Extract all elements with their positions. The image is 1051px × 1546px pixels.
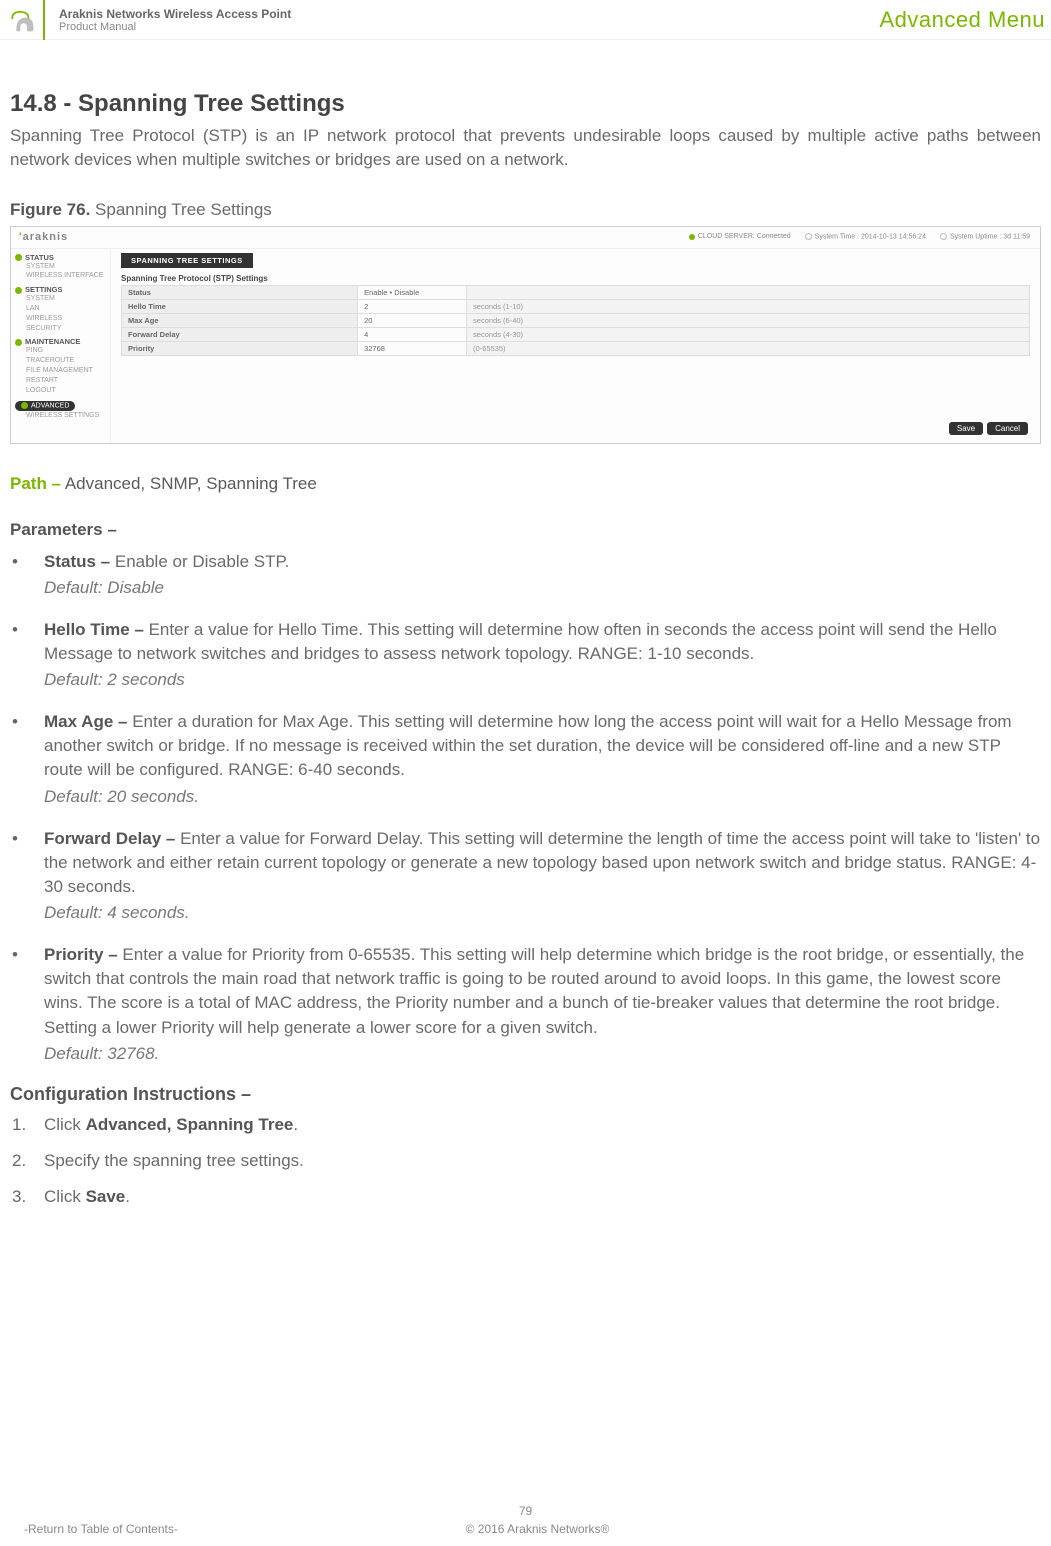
figure-screenshot: 'araknis CLOUD SERVER: Connected System … xyxy=(10,226,1041,444)
ss-side-item[interactable]: WIRELESS INTERFACE xyxy=(15,271,106,281)
ss-tab[interactable]: SPANNING TREE SETTINGS xyxy=(121,253,253,268)
ss-settings-table: StatusEnable • Disable Hello Time2second… xyxy=(121,285,1030,356)
path-label: Path – xyxy=(10,474,61,493)
ss-system-uptime: System Uptime : 3d 11:59 xyxy=(940,233,1030,240)
toc-link[interactable]: -Return to Table of Contents- xyxy=(0,1522,366,1536)
table-row: Priority32768(0-65535) xyxy=(122,341,1030,355)
ss-side-item[interactable]: SYSTEM xyxy=(15,262,106,272)
save-button[interactable]: Save xyxy=(949,422,983,435)
figure-caption: Figure 76. Spanning Tree Settings xyxy=(10,200,1041,220)
path-line: Path – Advanced, SNMP, Spanning Tree xyxy=(10,474,1041,494)
araknis-logo-icon xyxy=(9,7,35,33)
ss-sidebar: STATUS SYSTEM WIRELESS INTERFACE SETTING… xyxy=(11,249,111,443)
row-hint: seconds (6-40) xyxy=(467,313,1030,327)
ss-side-item[interactable]: RESTART xyxy=(15,376,106,386)
row-value[interactable]: 2 xyxy=(358,299,467,313)
parameters-heading: Parameters – xyxy=(10,520,1041,540)
row-label: Max Age xyxy=(122,313,358,327)
cancel-button[interactable]: Cancel xyxy=(987,422,1028,435)
section-intro: Spanning Tree Protocol (STP) is an IP ne… xyxy=(10,124,1041,172)
ss-side-item[interactable]: TRACEROUTE xyxy=(15,356,106,366)
page-number: 79 xyxy=(0,1504,1051,1518)
page-content: 14.8 - Spanning Tree Settings Spanning T… xyxy=(0,40,1051,1207)
row-label: Forward Delay xyxy=(122,327,358,341)
figure-label: Figure 76. xyxy=(10,200,90,219)
table-row: Hello Time2seconds (1-10) xyxy=(122,299,1030,313)
row-value[interactable]: Enable • Disable xyxy=(358,285,467,299)
table-row: StatusEnable • Disable xyxy=(122,285,1030,299)
header-title: Araknis Networks Wireless Access Point xyxy=(59,7,880,21)
row-hint xyxy=(467,285,1030,299)
config-heading: Configuration Instructions – xyxy=(10,1084,1041,1105)
copyright: © 2016 Araknis Networks® xyxy=(366,1522,708,1536)
ss-side-item[interactable]: FILE MANAGEMENT xyxy=(15,366,106,376)
ss-cloud-status: CLOUD SERVER: Connected xyxy=(689,233,791,240)
brand-logo xyxy=(0,0,45,40)
ss-side-item[interactable]: LOGOUT xyxy=(15,386,106,396)
ss-topbar: 'araknis CLOUD SERVER: Connected System … xyxy=(11,227,1040,249)
ss-main: SPANNING TREE SETTINGS Spanning Tree Pro… xyxy=(111,249,1040,443)
page-footer: 79 -Return to Table of Contents- © 2016 … xyxy=(0,1504,1051,1536)
table-row: Max Age20seconds (6-40) xyxy=(122,313,1030,327)
param-forward-delay: Forward Delay – Enter a value for Forwar… xyxy=(10,827,1041,926)
row-label: Status xyxy=(122,285,358,299)
header-titles: Araknis Networks Wireless Access Point P… xyxy=(45,7,880,33)
section-heading: 14.8 - Spanning Tree Settings xyxy=(10,90,1041,118)
row-hint: seconds (4-30) xyxy=(467,327,1030,341)
ss-logo: 'araknis xyxy=(11,229,76,245)
ss-side-advanced[interactable]: ADVANCED xyxy=(15,401,75,410)
document-header: Araknis Networks Wireless Access Point P… xyxy=(0,0,1051,40)
parameters-list: Status – Enable or Disable STP.Default: … xyxy=(10,550,1041,1066)
ss-panel-title: Spanning Tree Protocol (STP) Settings xyxy=(121,274,1030,283)
config-step-3: Click Save. xyxy=(10,1187,1041,1207)
table-row: Forward Delay4seconds (4-30) xyxy=(122,327,1030,341)
row-value[interactable]: 20 xyxy=(358,313,467,327)
row-label: Hello Time xyxy=(122,299,358,313)
ss-side-settings[interactable]: SETTINGS xyxy=(15,285,106,294)
param-max-age: Max Age – Enter a duration for Max Age. … xyxy=(10,710,1041,809)
row-label: Priority xyxy=(122,341,358,355)
ss-side-item[interactable]: SECURITY xyxy=(15,324,106,334)
path-value: Advanced, SNMP, Spanning Tree xyxy=(61,474,317,493)
ss-side-item[interactable]: SYSTEM xyxy=(15,294,106,304)
ss-side-status[interactable]: STATUS xyxy=(15,253,106,262)
row-value[interactable]: 4 xyxy=(358,327,467,341)
row-hint: seconds (1-10) xyxy=(467,299,1030,313)
ss-system-time: System Time : 2014-10-13 14:56:24 xyxy=(805,233,926,240)
ss-side-maintenance[interactable]: MAINTENANCE xyxy=(15,337,106,346)
advanced-menu-label: Advanced Menu xyxy=(880,7,1051,33)
config-step-1: Click Advanced, Spanning Tree. xyxy=(10,1115,1041,1135)
param-hello-time: Hello Time – Enter a value for Hello Tim… xyxy=(10,618,1041,692)
param-status: Status – Enable or Disable STP.Default: … xyxy=(10,550,1041,600)
figure-caption-text: Spanning Tree Settings xyxy=(95,200,272,219)
row-hint: (0-65535) xyxy=(467,341,1030,355)
header-subtitle: Product Manual xyxy=(59,21,880,33)
param-priority: Priority – Enter a value for Priority fr… xyxy=(10,943,1041,1066)
config-steps: Click Advanced, Spanning Tree. Specify t… xyxy=(10,1115,1041,1207)
config-step-2: Specify the spanning tree settings. xyxy=(10,1151,1041,1171)
ss-side-item[interactable]: PING xyxy=(15,346,106,356)
ss-side-item[interactable]: LAN xyxy=(15,304,106,314)
ss-side-item[interactable]: WIRELESS SETTINGS xyxy=(15,411,106,421)
row-value[interactable]: 32768 xyxy=(358,341,467,355)
ss-status-bar: CLOUD SERVER: Connected System Time : 20… xyxy=(689,233,1040,240)
ss-side-item[interactable]: WIRELESS xyxy=(15,314,106,324)
